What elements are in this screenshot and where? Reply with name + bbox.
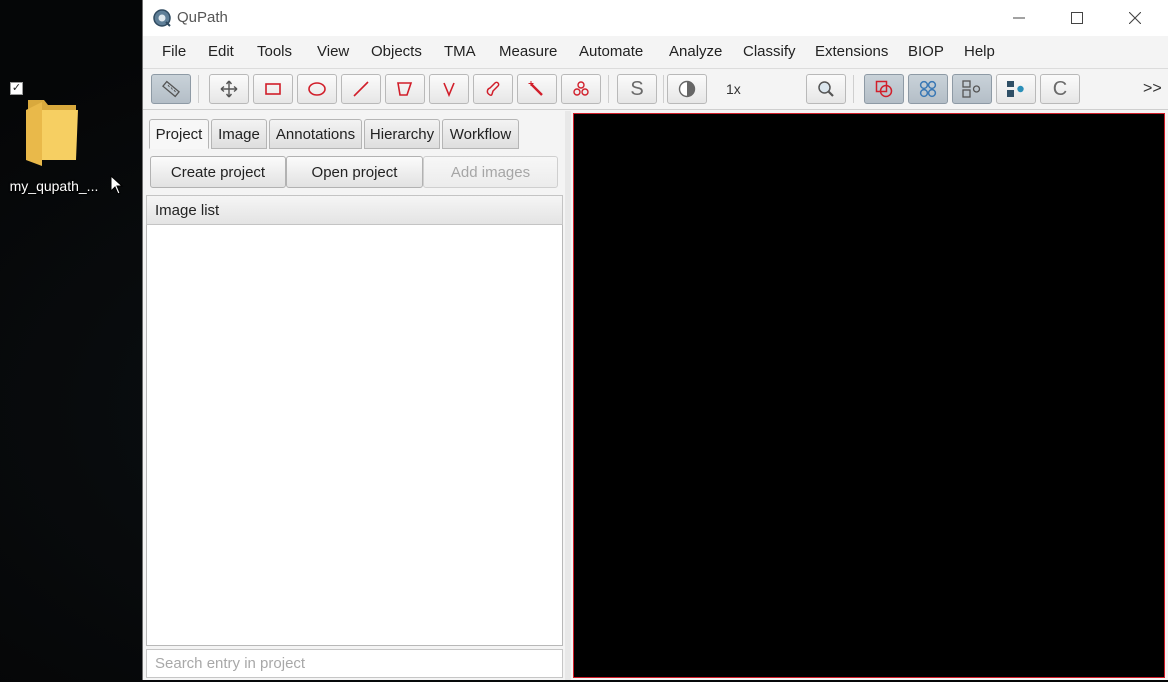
- image-list-header: Image list: [146, 195, 563, 225]
- points-icon: [573, 81, 589, 96]
- tma-grid-icon: [919, 80, 937, 98]
- tab-hierarchy[interactable]: Hierarchy: [364, 119, 440, 149]
- menu-biop[interactable]: BIOP: [908, 43, 944, 60]
- measure-ruler-icon: [162, 80, 180, 98]
- minimize-icon: [1013, 17, 1025, 19]
- search-input[interactable]: [146, 649, 563, 678]
- line-tool-button[interactable]: [341, 74, 381, 104]
- menu-edit[interactable]: Edit: [208, 43, 234, 60]
- cells-label: C: [1052, 77, 1068, 100]
- contrast-icon: [678, 80, 696, 98]
- selection-mode-button[interactable]: S: [617, 74, 657, 104]
- maximize-icon: [1071, 12, 1083, 24]
- filled-detections-icon: [1007, 81, 1024, 97]
- qupath-window: QuPath File Edit Tools View Objects TMA …: [142, 0, 1168, 680]
- polygon-icon: [397, 82, 413, 96]
- rectangle-tool-button[interactable]: [253, 74, 293, 104]
- selection-mode-label: S: [630, 77, 644, 100]
- magnifier-icon: [818, 81, 834, 97]
- move-tool-button[interactable]: [209, 74, 249, 104]
- move-icon: [220, 80, 238, 98]
- toolbar: S 1x C >>: [143, 68, 1168, 110]
- show-tma-grid-button[interactable]: [908, 74, 948, 104]
- menu-help[interactable]: Help: [964, 43, 995, 60]
- annotations-icon: [875, 80, 893, 98]
- menu-automate[interactable]: Automate: [579, 43, 643, 60]
- polyline-tool-button[interactable]: [429, 74, 469, 104]
- wand-icon: [528, 81, 543, 96]
- brush-tool-button[interactable]: [473, 74, 513, 104]
- desktop-folder[interactable]: ✓ my_qupath_...: [4, 82, 104, 202]
- minimize-button[interactable]: [990, 0, 1048, 36]
- toolbar-separator: [853, 75, 854, 103]
- polygon-tool-button[interactable]: [385, 74, 425, 104]
- folder-icon: [26, 100, 78, 166]
- menu-analyze[interactable]: Analyze: [669, 43, 722, 60]
- add-images-button[interactable]: Add images: [423, 156, 558, 188]
- tab-annotations[interactable]: Annotations: [269, 119, 362, 149]
- toolbar-separator: [663, 75, 664, 103]
- show-cell-boundaries-button[interactable]: C: [1040, 74, 1080, 104]
- points-tool-button[interactable]: [561, 74, 601, 104]
- polyline-icon: [443, 82, 455, 98]
- zoom-level[interactable]: 1x: [726, 81, 741, 97]
- create-project-button[interactable]: Create project: [150, 156, 286, 188]
- menu-classify[interactable]: Classify: [743, 43, 796, 60]
- measure-tool-button[interactable]: [151, 74, 191, 104]
- panel-splitter[interactable]: [565, 111, 571, 680]
- folder-label: my_qupath_...: [9, 178, 99, 194]
- menu-objects[interactable]: Objects: [371, 43, 422, 60]
- mouse-cursor-icon: [110, 175, 124, 195]
- open-project-button[interactable]: Open project: [286, 156, 423, 188]
- show-annotations-button[interactable]: [864, 74, 904, 104]
- detections-icon: [962, 80, 981, 98]
- show-detections-button[interactable]: [952, 74, 992, 104]
- more-tools-chevron-icon[interactable]: >>: [1143, 80, 1162, 98]
- toolbar-separator: [198, 75, 199, 103]
- zoom-to-fit-button[interactable]: [806, 74, 846, 104]
- tab-project[interactable]: Project: [149, 119, 209, 149]
- rectangle-icon: [265, 83, 281, 95]
- menu-view[interactable]: View: [317, 43, 349, 60]
- image-viewer[interactable]: [573, 113, 1165, 678]
- fill-detections-button[interactable]: [996, 74, 1036, 104]
- line-icon: [353, 81, 369, 97]
- maximize-button[interactable]: [1048, 0, 1106, 36]
- brush-icon: [486, 81, 500, 96]
- menu-tools[interactable]: Tools: [257, 43, 292, 60]
- menu-measure[interactable]: Measure: [499, 43, 557, 60]
- menu-tma[interactable]: TMA: [444, 43, 476, 60]
- ellipse-tool-button[interactable]: [297, 74, 337, 104]
- brightness-contrast-button[interactable]: [667, 74, 707, 104]
- title-bar[interactable]: QuPath: [143, 0, 1168, 36]
- toolbar-separator: [608, 75, 609, 103]
- ellipse-icon: [308, 82, 326, 96]
- menu-file[interactable]: File: [162, 43, 186, 60]
- analysis-panel: Project Image Annotations Hierarchy Work…: [143, 111, 565, 680]
- image-list[interactable]: [146, 225, 563, 646]
- tab-workflow[interactable]: Workflow: [442, 119, 519, 149]
- close-icon: [1129, 12, 1141, 24]
- close-button[interactable]: [1106, 0, 1164, 36]
- window-title: QuPath: [177, 9, 228, 26]
- menu-bar: File Edit Tools View Objects TMA Measure…: [143, 36, 1168, 68]
- qupath-logo-icon: [153, 9, 171, 27]
- wand-tool-button[interactable]: [517, 74, 557, 104]
- menu-extensions[interactable]: Extensions: [815, 43, 888, 60]
- tab-image[interactable]: Image: [211, 119, 267, 149]
